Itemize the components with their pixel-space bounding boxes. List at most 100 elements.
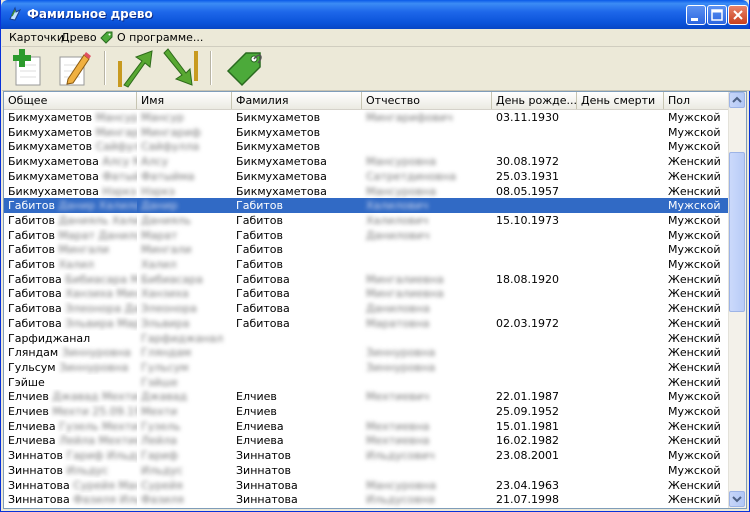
cell-name: Данияль bbox=[141, 213, 191, 227]
column-header-surname[interactable]: Фамилия bbox=[232, 92, 362, 109]
table-row[interactable]: Габитов Данир Халилович Данир Габитов Халил… bbox=[4, 198, 730, 214]
move-down-icon bbox=[163, 48, 198, 86]
column-header-patronymic[interactable]: Отчество bbox=[362, 92, 492, 109]
table-row[interactable]: Зиннатов Ильдус Ильдус Зиннатов Мужской bbox=[4, 463, 730, 478]
table-row[interactable]: Габитов Халил Халил Габитов Мужской bbox=[4, 257, 730, 272]
cell-birth: 25.03.1931 bbox=[496, 169, 559, 183]
cell-patronymic: Сатретдиновна bbox=[366, 169, 457, 183]
cell-general: Габитов Халил bbox=[8, 258, 94, 271]
move-up-button[interactable] bbox=[114, 47, 156, 89]
cell-surname: Зиннатова bbox=[236, 478, 298, 492]
table-row[interactable]: Гарфиджанал Гарфиджанал Женский bbox=[4, 331, 730, 346]
cell-sex: Мужской bbox=[668, 111, 721, 124]
cell-death bbox=[577, 345, 664, 360]
table-row[interactable]: Бикмухаметов Мансур Мансур Бикмухаметов Мин… bbox=[4, 110, 730, 125]
cell-death bbox=[577, 492, 664, 507]
table-row[interactable]: Елчиев Джавад Мехтиевич Джавад Елчиев Мехти… bbox=[4, 389, 730, 404]
table-row[interactable]: Бикмухаметов Мингариф Мингариф Бикмухамето… bbox=[4, 125, 730, 140]
table-row[interactable]: Бикмухаметов Сайфулла Сайфулла Бикмухамето… bbox=[4, 139, 730, 154]
table-row[interactable]: Зиннатова Сурейя Мансуровна Сурейя Зиннато… bbox=[4, 478, 730, 493]
column-header-sex[interactable]: Пол bbox=[664, 92, 730, 109]
table-row[interactable]: Гульсум Зиннуровна Гульсум Зиннуровна Женск… bbox=[4, 360, 730, 375]
cell-birth: 22.01.1987 bbox=[496, 390, 559, 404]
vertical-scrollbar[interactable] bbox=[728, 92, 746, 508]
table-row[interactable]: Зиннатова Фазиля Ильдусовна Фазиля Зиннато… bbox=[4, 492, 730, 507]
cell-death bbox=[577, 110, 664, 125]
table-header: Общее Имя Фамилия Отчество День рожде...… bbox=[4, 92, 730, 110]
table-row[interactable]: Бикмухаметова Нэркэ Нэркэ Бикмухаметова Ман… bbox=[4, 184, 730, 199]
column-header-name[interactable]: Имя bbox=[137, 92, 232, 109]
cell-patronymic: Мансуровна bbox=[366, 478, 437, 492]
cell-birth: 08.05.1957 bbox=[496, 184, 559, 198]
cell-name: Бибиасара bbox=[141, 272, 203, 286]
table-row[interactable]: Габитов Марат Данилович Марат Габитов Данил… bbox=[4, 228, 730, 243]
cell-name: Фатыйма bbox=[141, 169, 195, 183]
cell-patronymic: Мингалиевна bbox=[366, 287, 444, 301]
close-button[interactable] bbox=[728, 5, 748, 25]
people-table[interactable]: Общее Имя Фамилия Отчество День рожде...… bbox=[3, 91, 747, 509]
table-row[interactable]: Гэйше Гэйше Женский bbox=[4, 375, 730, 390]
cell-general: Габитова Эльвира Маратовна bbox=[8, 316, 137, 330]
column-header-death[interactable]: День смерти bbox=[577, 92, 664, 109]
scroll-down-button[interactable] bbox=[729, 491, 745, 507]
menu-bar: Карточки Древо О программе... bbox=[2, 29, 750, 47]
menu-cards[interactable]: Карточки bbox=[9, 31, 64, 44]
table-row[interactable]: Елчиева Гузель Мехтиевна Гузель Елчиева Мех… bbox=[4, 419, 730, 434]
cell-surname: Елчиев bbox=[236, 405, 277, 418]
cell-patronymic: Ильдусовна bbox=[366, 493, 436, 507]
cell-sex: Мужской bbox=[668, 228, 721, 242]
cell-patronymic: Мансуровна bbox=[366, 155, 437, 169]
table-row[interactable]: Зиннатов Гариф Ильдусович Гариф Зиннатов Ил… bbox=[4, 448, 730, 463]
scroll-thumb[interactable] bbox=[729, 152, 745, 312]
cell-surname: Зиннатов bbox=[236, 463, 291, 477]
cell-surname: Зиннатов bbox=[236, 449, 291, 463]
cell-birth bbox=[492, 228, 577, 243]
table-row[interactable]: Бикмухаметова Алсу Мансуровна Алсу Бикмуха… bbox=[4, 154, 730, 169]
cell-birth: 03.11.1930 bbox=[496, 111, 559, 124]
cell-birth: 30.08.1972 bbox=[496, 155, 559, 169]
table-row[interactable]: Габитова Эльвира Маратовна Эльвира Габитов… bbox=[4, 316, 730, 331]
title-bar[interactable]: Фамильное древо bbox=[1, 0, 749, 29]
table-row[interactable]: Габитова Бибиасара Мингалиевна Бибиасара Г… bbox=[4, 272, 730, 287]
cell-sex: Женский bbox=[668, 287, 721, 301]
cell-surname bbox=[232, 360, 362, 375]
table-row[interactable]: Елчиев Мехти 25.09.1952 Мехти Елчиев 25.09.… bbox=[4, 404, 730, 419]
cell-birth bbox=[492, 139, 577, 154]
table-row[interactable]: Бикмухаметова Фатыйма Фатыйма Бикмухаметов… bbox=[4, 169, 730, 184]
scroll-up-button[interactable] bbox=[729, 92, 745, 108]
cell-surname: Габитова bbox=[236, 287, 290, 301]
edit-card-button[interactable] bbox=[54, 47, 96, 89]
cell-surname bbox=[232, 345, 362, 360]
cell-name: Данир bbox=[141, 199, 178, 213]
cell-general: Бикмухаметов Мингариф bbox=[8, 125, 137, 139]
move-down-button[interactable] bbox=[160, 47, 202, 89]
table-row[interactable]: Габитов Мингали Мингали Габитов Мужской bbox=[4, 242, 730, 257]
table-row[interactable]: Гляндам Зиннуровна Гляндам Зиннуровна Женск… bbox=[4, 345, 730, 360]
cell-general: Габитов Данияль Халилович bbox=[8, 213, 137, 227]
cell-sex: Мужской bbox=[668, 213, 721, 227]
cell-general: Елчиева Гузель Мехтиевна bbox=[8, 419, 137, 433]
cell-death bbox=[577, 139, 664, 154]
cell-patronymic: Мингалиевна bbox=[366, 272, 444, 286]
column-header-general[interactable]: Общее bbox=[4, 92, 137, 109]
cell-general: Бикмухаметова Фатыйма bbox=[8, 169, 137, 183]
menu-about[interactable]: О программе... bbox=[117, 31, 203, 44]
cell-death bbox=[577, 198, 664, 213]
cell-surname bbox=[232, 331, 362, 346]
menu-tree[interactable]: Древо bbox=[61, 31, 97, 44]
cell-patronymic: Халилович bbox=[366, 199, 429, 213]
maximize-button[interactable] bbox=[707, 5, 727, 25]
table-row[interactable]: Елчиева Лейла Мехтиевна Лейла Елчиева Мехти… bbox=[4, 433, 730, 448]
minimize-button[interactable] bbox=[686, 5, 706, 25]
table-row[interactable]: Габитов Данияль Халилович Данияль Габитов Х… bbox=[4, 213, 730, 228]
cell-birth bbox=[492, 257, 577, 272]
cell-sex: Женский bbox=[668, 184, 721, 198]
table-row[interactable]: Габитова Ханзиха Мингалиевна Ханзиха Габит… bbox=[4, 286, 730, 301]
add-card-button[interactable] bbox=[8, 47, 50, 89]
app-icon bbox=[9, 6, 22, 21]
column-header-birth[interactable]: День рожде... bbox=[492, 92, 577, 109]
cell-name: Гариф bbox=[141, 449, 178, 463]
table-row[interactable]: Габитова Элеонора Даниловна Элеонора Габит… bbox=[4, 301, 730, 316]
tag-button[interactable] bbox=[224, 47, 266, 89]
cell-sex: Мужской bbox=[668, 463, 721, 477]
